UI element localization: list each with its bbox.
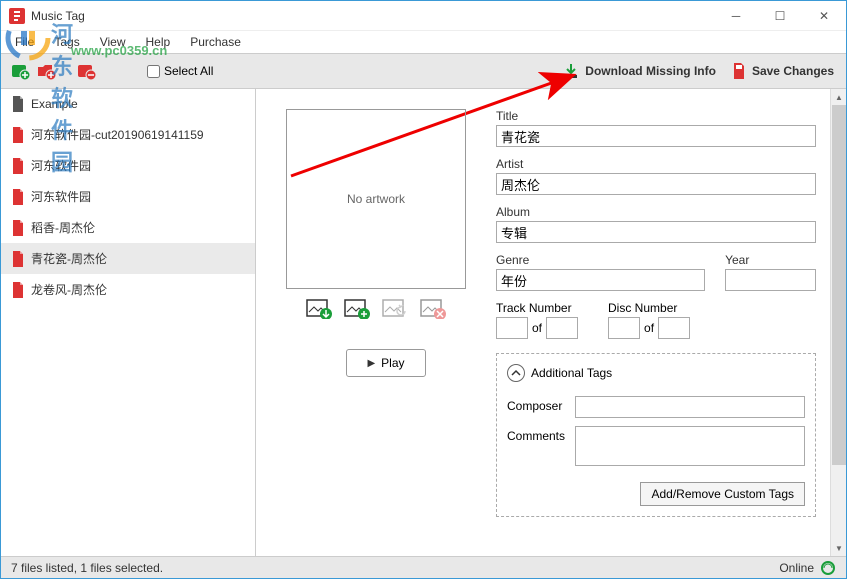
artist-label: Artist <box>496 157 816 171</box>
disc-number-label: Disc Number <box>608 301 690 315</box>
close-button[interactable]: ✕ <box>802 1 846 31</box>
menu-file[interactable]: File <box>5 32 44 52</box>
file-name: 龙卷风-周杰伦 <box>31 281 107 298</box>
disc-total-input[interactable] <box>658 317 690 339</box>
collapse-toggle[interactable] <box>507 364 525 382</box>
artwork-revert-button[interactable] <box>382 299 408 319</box>
file-name: 河东软件园-cut20190619141159 <box>31 126 204 143</box>
menu-purchase[interactable]: Purchase <box>180 32 251 52</box>
scrollbar-thumb[interactable] <box>832 105 846 465</box>
play-button[interactable]: Play <box>346 349 426 377</box>
file-item[interactable]: 河东软件园-cut20190619141159 <box>1 119 255 150</box>
year-label: Year <box>725 253 816 267</box>
file-item[interactable]: 龙卷风-周杰伦 <box>1 274 255 305</box>
artist-input[interactable] <box>496 173 816 195</box>
file-list-sidebar: Example河东软件园-cut20190619141159河东软件园河东软件园… <box>1 89 256 556</box>
toolbar: Select All Download Missing Info Save Ch… <box>1 53 846 89</box>
file-icon <box>11 189 25 205</box>
online-status-label: Online <box>779 561 814 575</box>
minimize-button[interactable]: ─ <box>714 1 758 31</box>
statusbar: 7 files listed, 1 files selected. Online <box>1 556 846 578</box>
track-total-input[interactable] <box>546 317 578 339</box>
remove-button[interactable] <box>77 61 97 81</box>
app-icon <box>9 8 25 24</box>
file-item[interactable]: 河东软件园 <box>1 181 255 212</box>
file-icon <box>11 282 25 298</box>
file-name: Example <box>31 97 78 111</box>
file-item[interactable]: 河东软件园 <box>1 150 255 181</box>
file-item[interactable]: Example <box>1 89 255 119</box>
scroll-down-arrow[interactable]: ▼ <box>831 540 846 556</box>
save-icon <box>732 63 746 79</box>
add-folder-button[interactable] <box>37 61 57 81</box>
scroll-up-arrow[interactable]: ▲ <box>831 89 846 105</box>
menubar: File Tags View Help Purchase <box>1 31 846 53</box>
file-icon <box>11 251 25 267</box>
file-name: 青花瓷-周杰伦 <box>31 250 107 267</box>
comments-input[interactable] <box>575 426 805 466</box>
title-label: Title <box>496 109 816 123</box>
content-scrollbar[interactable]: ▲ ▼ <box>830 89 846 556</box>
artwork-add-button[interactable] <box>344 299 370 319</box>
menu-view[interactable]: View <box>90 32 136 52</box>
download-icon <box>563 63 579 79</box>
status-text: 7 files listed, 1 files selected. <box>11 561 779 575</box>
file-name: 河东软件园 <box>31 157 91 174</box>
additional-tags-panel: Additional Tags Composer Comments Add/Re… <box>496 353 816 517</box>
artwork-delete-button[interactable] <box>420 299 446 319</box>
artwork-download-button[interactable] <box>306 299 332 319</box>
disc-number-input[interactable] <box>608 317 640 339</box>
composer-input[interactable] <box>575 396 805 418</box>
artwork-placeholder[interactable]: No artwork <box>286 109 466 289</box>
menu-tags[interactable]: Tags <box>44 32 89 52</box>
track-number-input[interactable] <box>496 317 528 339</box>
file-item[interactable]: 青花瓷-周杰伦 <box>1 243 255 274</box>
add-remove-custom-tags-button[interactable]: Add/Remove Custom Tags <box>640 482 805 506</box>
select-all-label: Select All <box>164 64 213 78</box>
save-changes-button[interactable]: Save Changes <box>732 63 834 79</box>
window-titlebar: Music Tag ─ ☐ ✕ <box>1 1 846 31</box>
file-icon <box>11 96 25 112</box>
content-pane: No artwork Play Title Artist Album Genre… <box>256 89 846 556</box>
select-all-checkbox[interactable] <box>147 65 160 78</box>
file-item[interactable]: 稻香-周杰伦 <box>1 212 255 243</box>
genre-label: Genre <box>496 253 705 267</box>
track-number-label: Track Number <box>496 301 578 315</box>
file-icon <box>11 220 25 236</box>
menu-help[interactable]: Help <box>136 32 181 52</box>
year-input[interactable] <box>725 269 816 291</box>
file-icon <box>11 158 25 174</box>
add-file-button[interactable] <box>11 61 31 81</box>
download-missing-info-button[interactable]: Download Missing Info <box>563 63 716 79</box>
file-name: 河东软件园 <box>31 188 91 205</box>
comments-label: Comments <box>507 426 571 443</box>
composer-label: Composer <box>507 396 571 413</box>
window-title: Music Tag <box>31 9 714 23</box>
album-label: Album <box>496 205 816 219</box>
genre-input[interactable] <box>496 269 705 291</box>
album-input[interactable] <box>496 221 816 243</box>
maximize-button[interactable]: ☐ <box>758 1 802 31</box>
additional-tags-header: Additional Tags <box>531 366 612 380</box>
file-icon <box>11 127 25 143</box>
online-status-icon <box>820 560 836 576</box>
title-input[interactable] <box>496 125 816 147</box>
file-name: 稻香-周杰伦 <box>31 219 95 236</box>
